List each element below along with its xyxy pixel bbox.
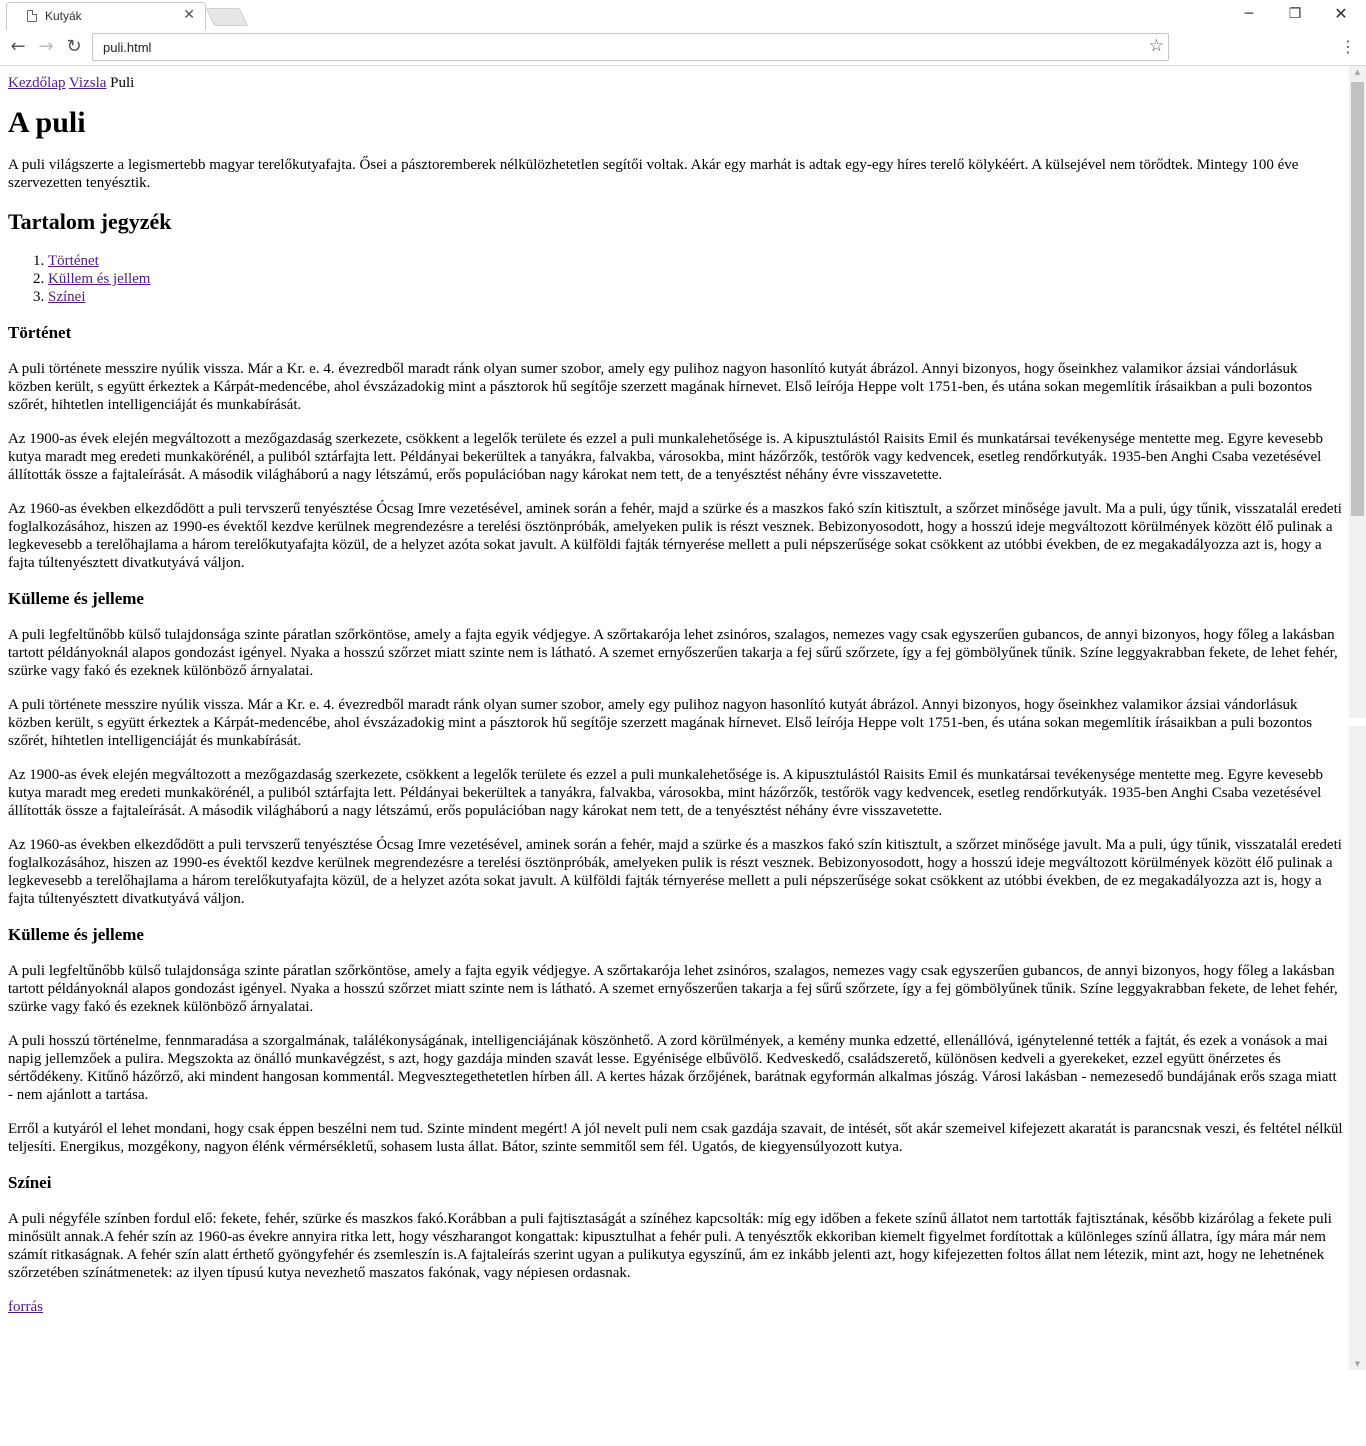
scroll-up-arrow-icon[interactable]: ▲ <box>1349 68 1366 76</box>
minimize-icon[interactable]: ─ <box>1226 2 1272 26</box>
source-link[interactable]: forrás <box>8 1299 43 1315</box>
section-paragraph: A puli története messzire nyúlik vissza.… <box>8 361 1313 413</box>
toc-item: Történet <box>48 252 1343 270</box>
toc-link-kullem[interactable]: Küllem és jellem <box>48 271 150 287</box>
new-tab-button[interactable] <box>205 8 249 26</box>
toc-link-szinei[interactable]: Színei <box>48 289 86 305</box>
tab-strip: Kutyák ✕ ─ ❐ ✕ <box>0 0 1366 31</box>
section-heading: Külleme és jelleme <box>8 925 144 944</box>
menu-kebab-icon[interactable]: ⋮ <box>1340 36 1356 60</box>
section-paragraph: Az 1960-as években elkezdődött a puli te… <box>8 501 1342 571</box>
browser-tab[interactable]: Kutyák ✕ <box>6 2 206 31</box>
toc-link-tortenet[interactable]: Történet <box>48 253 99 269</box>
window-close-icon[interactable]: ✕ <box>1318 2 1364 26</box>
close-icon[interactable]: ✕ <box>183 7 195 23</box>
section-paragraph: A puli négyféle színben fordul elő: feke… <box>8 1211 1332 1281</box>
section-paragraph: Az 1900-as évek elején megváltozott a me… <box>8 431 1323 483</box>
section-paragraph: Az 1900-as évek elején megváltozott a me… <box>8 767 1323 819</box>
section-paragraph: Az 1960-as években elkezdődött a puli te… <box>8 837 1342 907</box>
breadcrumb: Kezdőlap Vizsla Puli <box>8 74 1343 92</box>
section-heading: Külleme és jelleme <box>8 589 144 608</box>
back-arrow-icon[interactable]: ← <box>6 36 30 58</box>
source-paragraph: forrás <box>8 1298 1343 1316</box>
breadcrumb-link-vizsla[interactable]: Vizsla <box>69 75 106 91</box>
toc-heading: Tartalom jegyzék <box>8 209 172 234</box>
breadcrumb-link-home[interactable]: Kezdőlap <box>8 75 65 91</box>
section-heading: Színei <box>8 1173 52 1192</box>
toc-list: Történet Küllem és jellem Színei <box>8 252 1343 306</box>
forward-arrow-icon[interactable]: → <box>34 36 58 58</box>
section-paragraph: A puli legfeltűnőbb külső tulajdonsága s… <box>8 627 1338 679</box>
page-icon <box>27 10 37 22</box>
restore-icon[interactable]: ❐ <box>1272 2 1318 26</box>
toc-item: Színei <box>48 288 1343 306</box>
reload-icon[interactable]: ↻ <box>62 36 86 58</box>
scroll-down-arrow-icon[interactable]: ▼ <box>1349 1360 1366 1368</box>
address-bar[interactable]: puli.html ☆ <box>92 33 1169 61</box>
section-paragraph: Erről a kutyáról el lehet mondani, hogy … <box>8 1121 1343 1155</box>
section-paragraph: A puli története messzire nyúlik vissza.… <box>8 697 1313 749</box>
vertical-scrollbar[interactable]: ▲ <box>1349 66 1366 718</box>
url-text: puli.html <box>103 40 152 55</box>
tab-title: Kutyák <box>45 9 82 23</box>
bookmark-star-icon[interactable]: ☆ <box>1149 36 1164 56</box>
page-title: A puli <box>8 106 86 139</box>
intro-paragraph: A puli világszerte a legismertebb magyar… <box>8 157 1299 191</box>
section-paragraph: A puli hosszú történelme, fennmaradása a… <box>8 1033 1337 1103</box>
toc-item: Küllem és jellem <box>48 270 1343 288</box>
section-heading: Történet <box>8 323 72 342</box>
section-paragraph: A puli legfeltűnőbb külső tulajdonsága s… <box>8 963 1338 1015</box>
page-content: Kezdőlap Vizsla Puli A puli A puli világ… <box>8 66 1343 1332</box>
breadcrumb-current: Puli <box>110 75 135 91</box>
browser-toolbar: ← → ↻ puli.html ☆ ⋮ <box>0 30 1366 66</box>
scrollbar-thumb[interactable] <box>1351 82 1364 516</box>
vertical-scrollbar-lower[interactable]: ▼ <box>1349 726 1366 1370</box>
